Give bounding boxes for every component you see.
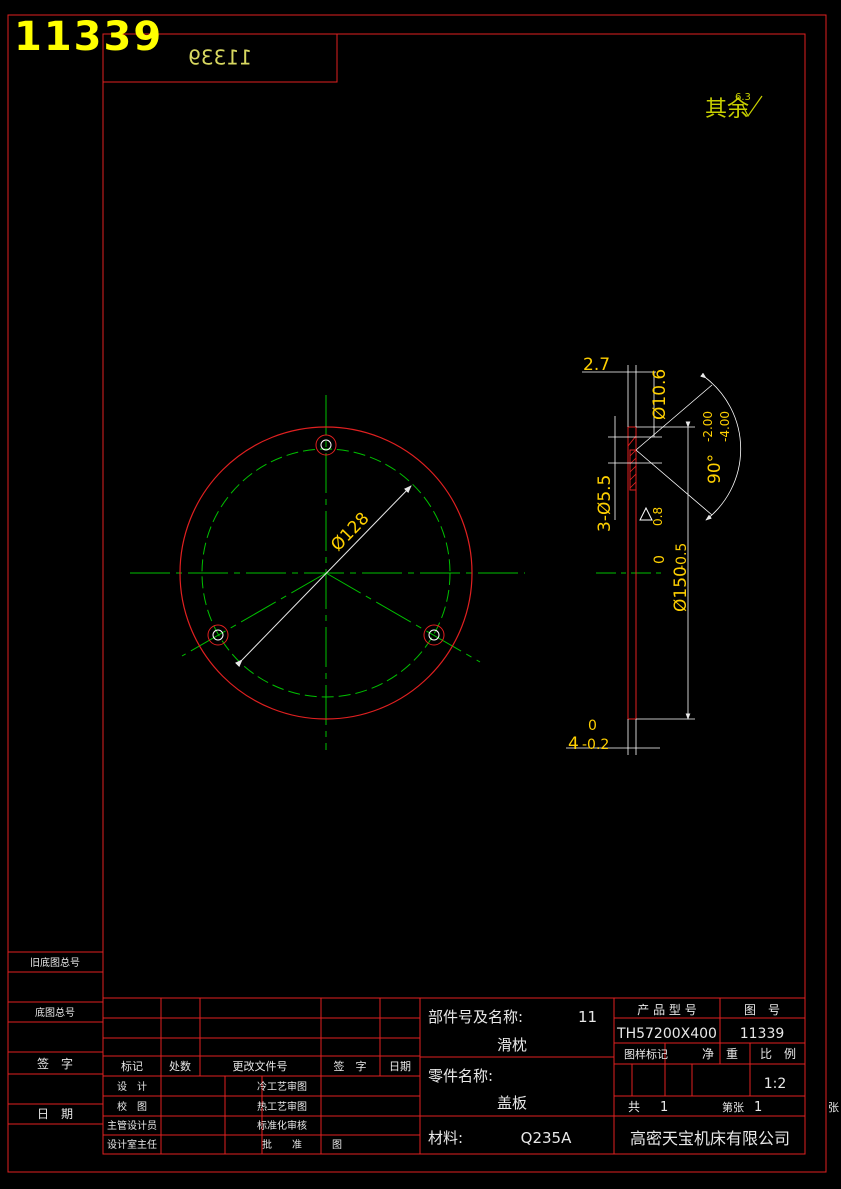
part-name: 盖板 bbox=[497, 1094, 527, 1112]
role-cold-process: 冷工艺审图 bbox=[257, 1080, 307, 1093]
total-sheets: 1 bbox=[660, 1100, 668, 1115]
rev-header-date: 日期 bbox=[389, 1060, 411, 1073]
mirrored-number: 11339 bbox=[188, 46, 252, 70]
holes-dim: 3-Ø5.5 bbox=[595, 475, 615, 532]
drawing-number-banner: 11339 bbox=[14, 14, 163, 60]
drawing-sheet: 11339 11339 其余 6.3 Ø128 2.7 Ø10.6 -2.00 … bbox=[7, 14, 839, 1173]
component-name: 滑枕 bbox=[497, 1036, 527, 1054]
old-drawing-no-label: 旧底图总号 bbox=[30, 956, 80, 969]
product-model: TH57200X400 bbox=[616, 1026, 717, 1042]
component-no: 11 bbox=[578, 1008, 597, 1026]
front-view: Ø128 bbox=[130, 395, 525, 750]
material-label: 材料: bbox=[428, 1129, 463, 1147]
role-approve: 批 准 bbox=[262, 1138, 302, 1151]
sheet-no: 1 bbox=[754, 1100, 762, 1115]
outer-dia-tol-upper: 0 bbox=[652, 555, 668, 564]
role-lead-designer: 主管设计员 bbox=[107, 1119, 157, 1132]
outer-dia-dim: Ø150 bbox=[671, 566, 691, 612]
rev-header-sign: 签 字 bbox=[334, 1059, 367, 1073]
date-label: 日 期 bbox=[37, 1107, 73, 1121]
role-chief: 设计室主任 bbox=[107, 1138, 157, 1151]
thickness-top-dim: 2.7 bbox=[583, 355, 610, 375]
role-check: 校 图 bbox=[117, 1100, 147, 1113]
roughness-0-8: 0.8 bbox=[651, 507, 665, 526]
side-view: 2.7 Ø10.6 -2.00 -4.00 90° 3-Ø5.5 0.8 0 Ø… bbox=[566, 355, 742, 755]
total-label: 共 bbox=[628, 1100, 640, 1114]
extra-cell: 图 bbox=[332, 1139, 342, 1151]
drawing-no-label: 图 号 bbox=[744, 1003, 780, 1017]
base-drawing-no-label: 底图总号 bbox=[35, 1006, 75, 1019]
component-label: 部件号及名称: bbox=[428, 1008, 523, 1026]
drawing-no: 11339 bbox=[740, 1026, 785, 1042]
side-column bbox=[8, 951, 103, 1125]
material-value: Q235A bbox=[521, 1129, 572, 1147]
sheet-label: 第张 bbox=[722, 1100, 744, 1114]
chamfer-angle-dim: 90° bbox=[705, 454, 725, 484]
weight-label: 净 重 bbox=[702, 1047, 738, 1061]
scale-label: 比 例 bbox=[760, 1047, 796, 1061]
marking-label: 图样标记 bbox=[624, 1047, 668, 1061]
rev-header-mark: 标记 bbox=[121, 1059, 143, 1073]
chamfer-tol-lower: -4.00 bbox=[718, 411, 732, 442]
role-standardization: 标准化审核 bbox=[257, 1119, 307, 1132]
thickness-dim: 4 bbox=[568, 734, 579, 754]
surface-note-value: 6.3 bbox=[735, 92, 751, 103]
product-model-label: 产 品 型 号 bbox=[637, 1003, 696, 1017]
chamfer-dia-dim: Ø10.6 bbox=[650, 369, 670, 420]
chamfer-tol-upper: -2.00 bbox=[701, 411, 715, 442]
signature-label: 签 字 bbox=[37, 1056, 73, 1071]
rev-header-count: 处数 bbox=[169, 1060, 191, 1073]
role-hot-process: 热工艺审图 bbox=[257, 1100, 307, 1113]
role-design: 设 计 bbox=[117, 1080, 147, 1093]
company-name: 高密天宝机床有限公司 bbox=[630, 1129, 790, 1148]
part-label: 零件名称: bbox=[428, 1067, 493, 1085]
inner-border bbox=[102, 33, 806, 1155]
scale-value: 1:2 bbox=[764, 1076, 787, 1092]
outer-dia-tol-lower: -0.5 bbox=[674, 543, 690, 570]
rev-header-doc: 更改文件号 bbox=[233, 1059, 288, 1073]
thickness-tol-lower: -0.2 bbox=[582, 737, 609, 753]
sheet-suffix: 张 bbox=[828, 1101, 839, 1114]
thickness-tol-upper: 0 bbox=[588, 718, 597, 734]
